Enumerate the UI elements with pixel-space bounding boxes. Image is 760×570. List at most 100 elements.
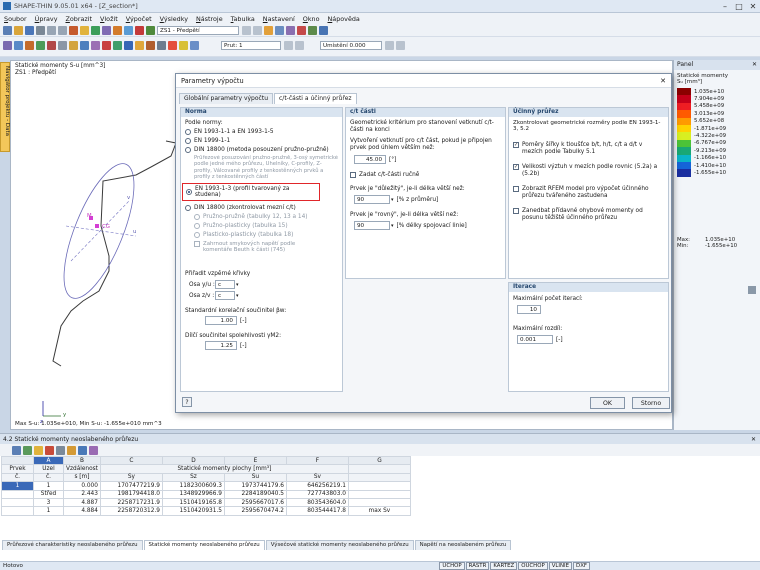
menu-vlozit[interactable]: Vložit: [100, 15, 118, 23]
panel-close-icon[interactable]: ✕: [752, 60, 757, 70]
section-icon[interactable]: [102, 26, 111, 35]
node-icon[interactable]: [25, 41, 34, 50]
table-cell[interactable]: 1: [33, 481, 64, 491]
status-kartez-button[interactable]: KARTEZ: [490, 562, 518, 570]
menu-upravy[interactable]: Úpravy: [35, 15, 58, 23]
print-icon[interactable]: [36, 26, 45, 35]
table-cell[interactable]: 4.887: [63, 497, 101, 508]
navigator-tab[interactable]: Navigátor projektu - Data: [0, 62, 10, 152]
result-toggle-icon[interactable]: [135, 26, 144, 35]
table-tool-2-icon[interactable]: [23, 445, 32, 455]
table-cell[interactable]: 1981794418.0: [99, 489, 163, 499]
manual-ct-checkbox[interactable]: Zadat c/t-části ručně: [350, 172, 501, 178]
menu-soubor[interactable]: Soubor: [4, 15, 27, 23]
table-tab-static-moments[interactable]: Statické momenty neoslabeného průřezu: [143, 540, 265, 550]
table-tab-sectorial[interactable]: Výsečové statické momenty neoslabeného p…: [265, 540, 414, 550]
dimension-icon[interactable]: [47, 41, 56, 50]
include-shear-checkbox[interactable]: Zahrnout smykových napětí podle komentář…: [194, 241, 338, 253]
open-file-icon[interactable]: [14, 26, 23, 35]
important-element-select[interactable]: 90: [354, 195, 390, 204]
table-row[interactable]: 1 4.884 2258720312.9 1510420931.5 2595670474…: [1, 506, 411, 516]
zoom-panel-icon[interactable]: [748, 286, 756, 294]
status-uchop-button[interactable]: UCHOP: [439, 562, 465, 570]
table-tab-stresses[interactable]: Napětí na neoslabeném průřezu: [414, 540, 512, 550]
table-cell[interactable]: 1: [33, 506, 64, 516]
table-cell[interactable]: 646256219.1: [285, 481, 349, 491]
display-icon[interactable]: [264, 26, 273, 35]
render-icon[interactable]: [275, 26, 284, 35]
diagram-icon[interactable]: [190, 41, 199, 50]
norm-option-en1993-1-1[interactable]: EN 1993-1-1 a EN 1993-1-5: [185, 129, 338, 135]
status-dxf-button[interactable]: DXF: [573, 562, 590, 570]
stress-icon[interactable]: [113, 26, 122, 35]
cancel-button[interactable]: Storno: [632, 397, 670, 409]
table-cell[interactable]: 2595670474.2: [223, 506, 287, 516]
member-prev-icon[interactable]: [284, 41, 293, 50]
maximize-button[interactable]: □: [732, 2, 746, 11]
table-cell[interactable]: [1, 497, 34, 508]
table-cell[interactable]: 803543604.0: [285, 497, 349, 508]
table-cell[interactable]: 1510419165.8: [161, 497, 225, 508]
select-icon[interactable]: [3, 41, 12, 50]
lock-icon[interactable]: [157, 41, 166, 50]
results-icon[interactable]: [91, 26, 100, 35]
location-combo[interactable]: Umístění 0.000: [320, 41, 382, 50]
axis-y-dropdown-icon[interactable]: ▾: [236, 282, 239, 288]
zoom-icon[interactable]: [297, 26, 306, 35]
view-y-icon[interactable]: [113, 41, 122, 50]
table-cell[interactable]: Střed: [33, 489, 64, 499]
ok-button[interactable]: OK: [590, 397, 625, 409]
gamma-m2-input[interactable]: 1.25: [205, 341, 237, 350]
close-window-button[interactable]: ✕: [746, 2, 760, 11]
minimize-button[interactable]: –: [718, 2, 732, 11]
norm-option-en1993-1-3[interactable]: EN 1993-1-3 (profil tvarovaný za studena…: [182, 183, 320, 201]
check-stiffener-checkbox[interactable]: ✓ Velikosti výztuh v mezích podle rovnic …: [513, 164, 664, 178]
redo-icon[interactable]: [58, 26, 67, 35]
table-cell[interactable]: 1: [1, 481, 34, 491]
table-cell[interactable]: 1182300609.3: [161, 481, 225, 491]
help-icon[interactable]: ?: [182, 397, 192, 407]
table-cell[interactable]: 2595667017.6: [223, 497, 287, 508]
table-tool-4-icon[interactable]: [45, 445, 54, 455]
location-prev-icon[interactable]: [385, 41, 394, 50]
table-row[interactable]: 1 1 0.000 1707477219.9 1182300609.3 197374417…: [1, 481, 411, 491]
max-iterations-input[interactable]: 10: [517, 305, 541, 314]
table-icon[interactable]: [124, 26, 133, 35]
status-vlinie-button[interactable]: VLINIE: [548, 562, 573, 570]
tab-global[interactable]: Globální parametry výpočtu: [179, 93, 273, 104]
values-icon[interactable]: [179, 41, 188, 50]
view-z-icon[interactable]: [124, 41, 133, 50]
snap-icon[interactable]: [69, 41, 78, 50]
sub-option-plastic[interactable]: Plasticko-plasticky (tabulka 18): [194, 232, 338, 238]
table-cell[interactable]: 727743803.0: [285, 489, 349, 499]
tab-ct-parts[interactable]: c/t-části a účinný průřez: [274, 93, 357, 104]
table-cell[interactable]: 1707477219.9: [99, 481, 163, 491]
menu-vysledky[interactable]: Výsledky: [160, 15, 188, 23]
table-cell[interactable]: 803544417.8: [285, 506, 349, 516]
table-cell[interactable]: max Sv: [347, 506, 411, 516]
ct-angle-input[interactable]: 45.00: [354, 155, 386, 164]
norm-option-din18800-elastic[interactable]: DIN 18800 (metoda posouzení pružno-pružn…: [185, 147, 338, 153]
member-combo[interactable]: Prut: 1: [221, 41, 281, 50]
save-icon[interactable]: [25, 26, 34, 35]
axis-y-select[interactable]: c: [215, 280, 235, 289]
table-cell[interactable]: 1348929966.9: [161, 489, 225, 499]
check-width-thickness-checkbox[interactable]: ✓ Poměry šířky k tloušťce b/t, h/t, c/t a…: [513, 142, 664, 156]
table-cell[interactable]: [1, 506, 34, 516]
color-icon[interactable]: [135, 41, 144, 50]
table-tool-3-icon[interactable]: [34, 445, 43, 455]
table-cell[interactable]: 4.884: [63, 506, 101, 516]
view-x-icon[interactable]: [102, 41, 111, 50]
axis-z-dropdown-icon[interactable]: ▾: [236, 293, 239, 299]
status-rastr-button[interactable]: RASTR: [465, 562, 490, 570]
wireframe-icon[interactable]: [91, 41, 100, 50]
table-tool-6-icon[interactable]: [67, 445, 76, 455]
table-cell[interactable]: 1510420931.5: [161, 506, 225, 516]
settings-icon[interactable]: [319, 26, 328, 35]
show-results-icon[interactable]: [168, 41, 177, 50]
max-difference-input[interactable]: 0.001: [517, 335, 553, 344]
menu-tabulka[interactable]: Tabulka: [231, 15, 255, 23]
table-cell[interactable]: [347, 497, 411, 508]
table-close-icon[interactable]: ✕: [751, 436, 756, 443]
axis-z-select[interactable]: c: [215, 291, 235, 300]
